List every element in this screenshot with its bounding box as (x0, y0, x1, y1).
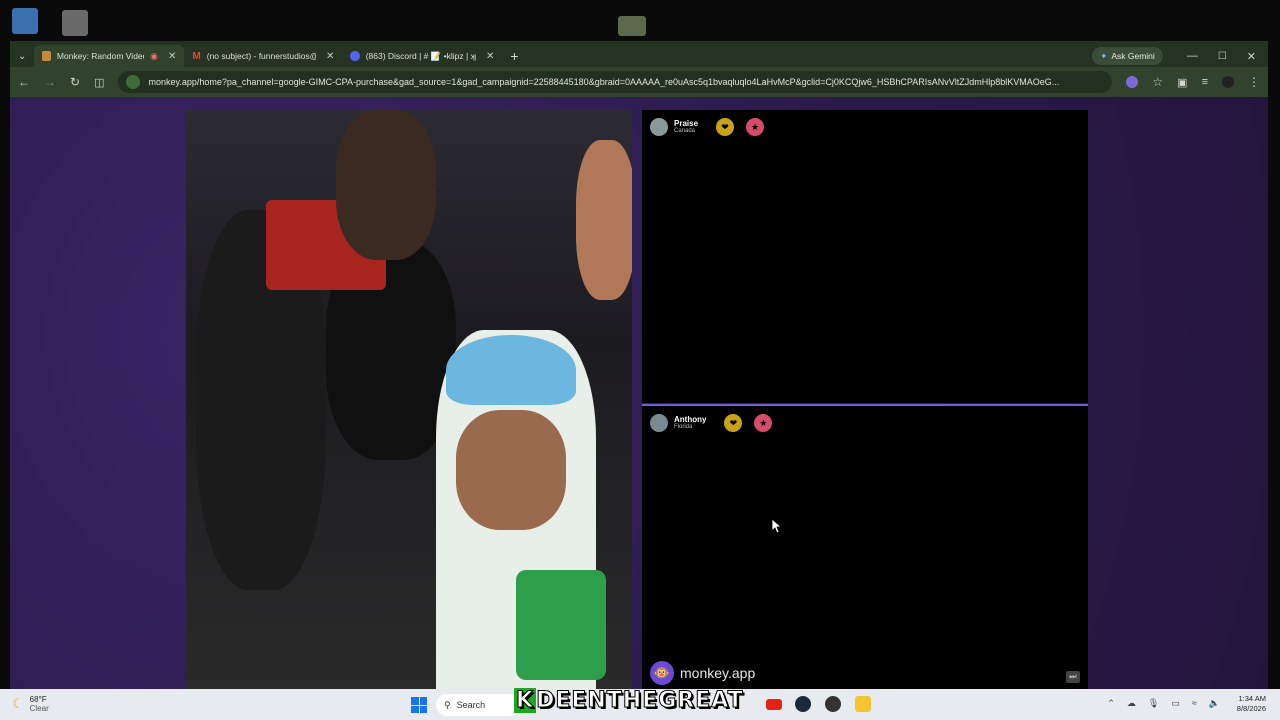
video-scene-shape (456, 410, 566, 530)
mic-icon[interactable]: 🎙 (1148, 698, 1159, 709)
new-tab-button[interactable]: + (510, 48, 518, 64)
heart-badge-icon[interactable]: ❤ (724, 414, 743, 432)
taskbar-search[interactable]: ⚲ Search (436, 694, 522, 716)
avatar (650, 414, 668, 432)
user-info-bottom: Anthony Florida ❤ ★ (650, 414, 773, 432)
search-placeholder: Search (456, 700, 486, 710)
url-text[interactable]: monkey.app/home?pa_channel=google-GIMC-C… (148, 77, 1059, 87)
start-button[interactable] (411, 697, 427, 713)
clock[interactable]: 1:34 AM 8/8/2026 (1237, 694, 1266, 714)
close-tab-icon[interactable]: ✕ (168, 51, 176, 62)
gift-badge-icon[interactable]: ★ (754, 414, 773, 432)
close-tab-icon[interactable]: ✕ (326, 51, 334, 62)
heart-badge-icon[interactable]: ❤ (716, 118, 735, 136)
display-icon[interactable]: ▭ (1171, 698, 1180, 709)
reload-icon[interactable]: ↻ (70, 75, 80, 89)
close-tab-icon[interactable]: ✕ (486, 51, 494, 62)
local-video-feed (186, 110, 632, 689)
monkey-page: Praise Canada ❤ ★ Anthony Florida ❤ ★ 🐵 … (10, 97, 1268, 689)
user-name: Praise (674, 119, 699, 128)
extensions-puzzle-icon[interactable]: ▣ (1177, 76, 1187, 89)
brand-text: monkey.app (680, 665, 756, 681)
video-scene-shape (576, 140, 632, 300)
video-scene-shape (336, 110, 436, 260)
ask-gemini-label: Ask Gemini (1111, 51, 1155, 61)
video-scene-shape (446, 335, 576, 405)
user-info-top: Praise Canada ❤ ★ (650, 118, 765, 136)
clock-date: 8/8/2026 (1236, 704, 1266, 713)
user-location: Canada (674, 128, 696, 134)
gemini-sparkle-icon: ✦ (1100, 50, 1108, 61)
weather-temp: 68°F (29, 695, 47, 704)
network-icon[interactable]: ☁ (1127, 698, 1136, 709)
tab-label: Monkey: Random Video Ch (56, 51, 144, 61)
desktop-app-icon[interactable] (62, 10, 88, 36)
profile-avatar[interactable] (1222, 76, 1234, 88)
gmail-icon: M (192, 50, 201, 62)
weather-condition: Clear (29, 704, 49, 713)
moon-cloud-icon: ☾ (12, 696, 24, 711)
file-explorer-icon[interactable] (855, 696, 871, 712)
overlay-name: DEENTHEGREAT (536, 688, 744, 714)
tab-label: (no subject) - funnerstudios@g (206, 51, 316, 61)
overlay-k-letter: K (514, 688, 537, 714)
minimize-icon[interactable]: — (1187, 50, 1198, 62)
system-tray: ⌃ ☁ 🎙 ▭ ≈ 🔈 (1107, 698, 1220, 709)
mouse-cursor-icon (772, 519, 782, 533)
streamer-name-overlay: KDEENTHEGREAT (514, 688, 744, 714)
media-control-icon[interactable]: ≡ (1202, 76, 1208, 88)
forward-icon[interactable]: → (44, 75, 56, 89)
video-scene-shape (516, 570, 606, 680)
avatar (650, 118, 668, 136)
tab-discord[interactable]: (863) Discord | # 📝 •klipz | ʞpo ✕ (342, 45, 502, 67)
gift-badge-icon[interactable]: ★ (746, 118, 765, 136)
tab-gmail[interactable]: M (no subject) - funnerstudios@g ✕ (184, 45, 342, 67)
remote-video-top: Praise Canada ❤ ★ (642, 110, 1088, 403)
skip-icon[interactable]: ⏭ (1066, 671, 1080, 683)
clock-time: 1:34 AM (1238, 694, 1266, 703)
weather-widget[interactable]: ☾ 68°F Clear (12, 695, 49, 713)
windows-logo-quad (411, 705, 419, 713)
search-icon: ⚲ (444, 699, 451, 710)
user-name: Anthony (674, 415, 707, 424)
tab-monkey[interactable]: Monkey: Random Video Ch ◉ ✕ (34, 45, 185, 67)
discord-icon (350, 51, 360, 61)
address-bar-row: ← → ↻ ◫ monkey.app/home?pa_channel=googl… (10, 67, 1268, 97)
tab-label: (863) Discord | # 📝 •klipz | ʞpo (365, 50, 476, 61)
steam-icon[interactable] (795, 696, 811, 712)
bookmark-star-icon[interactable]: ☆ (1152, 75, 1163, 89)
monkey-brand: 🐵 monkey.app (650, 661, 755, 685)
windows-logo-quad (419, 697, 427, 705)
side-panel-icon[interactable]: ◫ (94, 76, 104, 89)
back-icon[interactable]: ← (18, 75, 30, 89)
site-info-icon[interactable] (126, 75, 141, 89)
desktop-image-icon[interactable] (618, 16, 646, 36)
extension-icon[interactable] (1126, 76, 1139, 88)
youtube-icon[interactable] (766, 699, 782, 710)
windows-logo-quad (419, 705, 427, 713)
maximize-icon[interactable]: ☐ (1218, 51, 1227, 62)
monkey-logo-icon: 🐵 (650, 661, 674, 685)
app-icon[interactable] (825, 696, 841, 712)
tab-list-chevron-icon[interactable]: ⌄ (18, 51, 26, 62)
chevron-up-icon[interactable]: ⌃ (1107, 698, 1115, 709)
recording-icon: ◉ (150, 50, 158, 61)
browser-window: ⌄ Monkey: Random Video Ch ◉ ✕ M (no subj… (10, 41, 1268, 689)
tab-bar: ⌄ Monkey: Random Video Ch ◉ ✕ M (no subj… (10, 41, 1268, 67)
remote-video-bottom: Anthony Florida ❤ ★ 🐵 monkey.app ⏭ (642, 404, 1088, 689)
wifi-icon[interactable]: ≈ (1192, 698, 1197, 709)
user-location: Florida (674, 424, 693, 430)
ask-gemini-button[interactable]: ✦ Ask Gemini (1092, 47, 1163, 65)
monkey-favicon-icon (42, 51, 51, 61)
recycle-bin-icon[interactable] (12, 8, 38, 34)
volume-icon[interactable]: 🔈 (1209, 698, 1220, 709)
menu-kebab-icon[interactable]: ⋮ (1248, 75, 1260, 89)
omnibox[interactable]: monkey.app/home?pa_channel=google-GIMC-C… (118, 71, 1113, 93)
windows-logo-quad (411, 697, 419, 705)
close-window-icon[interactable]: ✕ (1247, 50, 1256, 63)
